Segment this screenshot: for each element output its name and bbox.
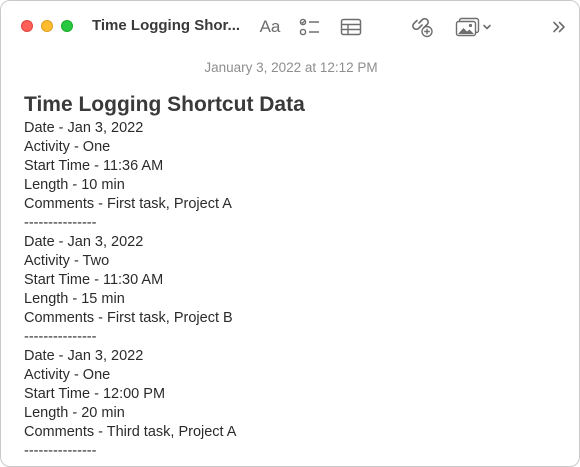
collaborate-button[interactable]	[410, 14, 434, 40]
notes-window: Time Logging Shor... Aa January 3, 2022 …	[0, 0, 580, 467]
note-line: Start Time - 11:36 AM	[24, 158, 164, 174]
checklist-button[interactable]	[298, 14, 322, 40]
format-button[interactable]: Aa	[257, 14, 283, 40]
close-icon[interactable]	[21, 20, 33, 32]
note-line: Length - 15 min	[24, 291, 125, 307]
note-editor[interactable]: Time Logging Shortcut Data Date - Jan 3,…	[24, 91, 564, 461]
note-line: Date - Jan 3, 2022	[24, 120, 144, 136]
note-line: Start Time - 11:30 AM	[24, 272, 164, 288]
note-line: Length - 20 min	[24, 405, 125, 421]
media-button[interactable]	[453, 14, 495, 40]
note-line: Date - Jan 3, 2022	[24, 234, 144, 250]
zoom-icon[interactable]	[61, 20, 73, 32]
note-separator: ---------------	[24, 215, 97, 231]
checklist-icon	[299, 17, 321, 37]
minimize-icon[interactable]	[41, 20, 53, 32]
note-lines: Date - Jan 3, 2022 Activity - One Start …	[24, 119, 564, 461]
note-line: Date - Jan 3, 2022	[24, 348, 144, 364]
note-line: Length - 10 min	[24, 177, 125, 193]
note-heading: Time Logging Shortcut Data	[24, 93, 305, 116]
note-date: January 3, 2022 at 12:12 PM	[204, 60, 378, 75]
table-button[interactable]	[339, 14, 363, 40]
note-line: Comments - First task, Project A	[24, 196, 232, 212]
window-title: Time Logging Shor...	[92, 17, 241, 34]
toolbar: Time Logging Shor... Aa	[1, 1, 579, 53]
table-icon	[340, 18, 362, 36]
note-line: Comments - Third task, Project A	[24, 424, 237, 440]
collaborate-icon	[410, 16, 434, 38]
note-separator: ---------------	[24, 443, 97, 459]
chevron-down-icon	[481, 22, 493, 32]
note-separator: ---------------	[24, 329, 97, 345]
more-button[interactable]	[550, 14, 568, 40]
chevron-double-right-icon	[551, 20, 567, 34]
note-line: Start Time - 12:00 PM	[24, 386, 166, 402]
photo-icon	[455, 17, 481, 37]
note-line: Activity - Two	[24, 253, 110, 269]
format-label: Aa	[259, 17, 281, 36]
note-line: Comments - First task, Project B	[24, 310, 233, 326]
note-line: Activity - One	[24, 139, 111, 155]
note-line: Activity - One	[24, 367, 111, 383]
